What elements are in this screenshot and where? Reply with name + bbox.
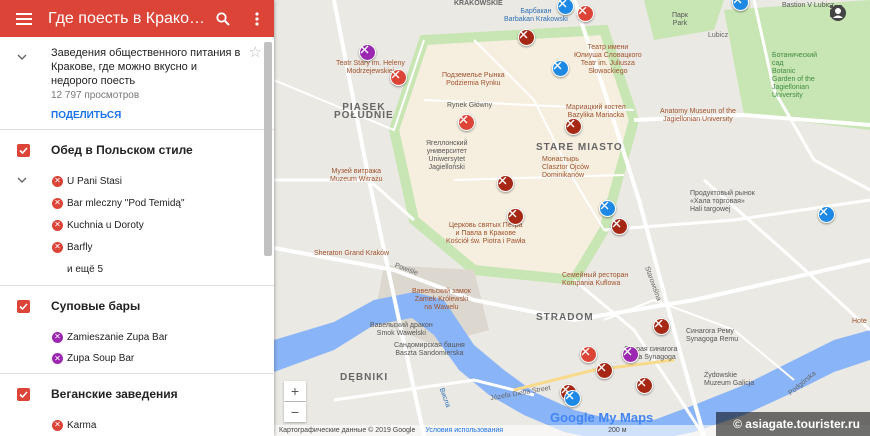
map-label: Ягеллонский университет Uniwersytet Jagi… xyxy=(426,140,468,171)
map-label: Hote xyxy=(852,318,867,325)
google-logo: Google My Maps xyxy=(550,410,654,425)
restaurant-pin[interactable] xyxy=(611,218,628,235)
scale-label: 200 м xyxy=(608,427,627,434)
restaurant-pin[interactable] xyxy=(359,44,376,61)
share-button[interactable]: ПОДЕЛИТЬСЯ xyxy=(51,110,246,121)
zoom-in-button[interactable]: + xyxy=(284,381,306,401)
restaurant-pin[interactable] xyxy=(622,346,639,363)
map-label: Lubicz xyxy=(708,32,729,39)
restaurant-pin[interactable] xyxy=(497,175,514,192)
item-label: Barfly xyxy=(67,241,93,253)
watermark: © asiagate.tourister.ru xyxy=(716,412,870,436)
checkbox-icon[interactable] xyxy=(17,299,30,313)
restaurant-pin[interactable] xyxy=(580,346,597,363)
restaurant-icon: ✕ xyxy=(52,241,63,253)
restaurant-pin[interactable] xyxy=(636,377,653,394)
restaurant-icon: ✕ xyxy=(52,353,63,364)
list-item[interactable]: ✕ Kuchnia u Doroty xyxy=(0,214,274,236)
map-label: Вавельский замок Zamek Królewski na Wawe… xyxy=(412,288,471,311)
restaurant-icon: ✕ xyxy=(52,197,63,209)
restaurant-pin[interactable] xyxy=(596,362,613,379)
restaurant-icon: ✕ xyxy=(52,219,63,231)
scrollbar[interactable] xyxy=(264,42,272,256)
map-label: Театр имени Юлиуша Словацкого Teatr im. … xyxy=(574,44,642,75)
side-panel: Где поесть в Кракове ... ☆ Заведения общ… xyxy=(0,0,274,436)
restaurant-pin[interactable] xyxy=(564,390,581,407)
restaurant-pin[interactable] xyxy=(518,29,535,46)
map-label: Sheraton Grand Kraków xyxy=(314,250,390,257)
restaurant-icon: ✕ xyxy=(52,419,63,431)
restaurant-pin[interactable] xyxy=(458,114,475,131)
map-label: Żydowskie Muzeum Galicja xyxy=(704,372,755,387)
restaurant-pin[interactable] xyxy=(653,318,670,335)
restaurant-pin[interactable] xyxy=(390,69,407,86)
view-count: 12 797 просмотров xyxy=(51,90,140,101)
map-label: PIASEK POŁUDNIE xyxy=(334,102,394,121)
restaurant-pin[interactable] xyxy=(818,206,835,223)
list-item[interactable]: ✕ Barfly xyxy=(0,236,274,258)
list-item[interactable]: ✕ Bar mleczny "Pod Temidą" xyxy=(0,192,274,214)
restaurant-icon: ✕ xyxy=(52,331,63,343)
map-label: DĘBNIKI xyxy=(340,372,389,383)
map-label: KRAKOWSKIE xyxy=(454,0,503,7)
list-item[interactable]: ✕ U Pani Stasi xyxy=(0,170,274,192)
menu-icon[interactable] xyxy=(0,0,48,37)
account-controls xyxy=(830,5,870,25)
map-label: STRADOM xyxy=(536,312,594,323)
map-label: Церковь святых Петра и Павла в Кракове K… xyxy=(446,222,526,245)
map-label: Вавельский дракон Smok Wawelski xyxy=(370,322,433,337)
map-label: Сандомирская башня Baszta Sandomierska xyxy=(394,342,465,357)
restaurant-pin[interactable] xyxy=(599,200,616,217)
map-label: Синагога Рему Synagoga Remu xyxy=(686,328,739,343)
checkbox-icon[interactable] xyxy=(17,143,30,157)
restaurant-pin[interactable] xyxy=(507,208,524,225)
zoom-out-button[interactable]: − xyxy=(284,402,306,422)
chevron-down-icon[interactable] xyxy=(17,175,27,186)
map-label: Ботанический сад Botanic Garden of the J… xyxy=(772,52,818,99)
terms-link[interactable]: Условия использования xyxy=(425,427,503,434)
map-label: Anatomy Museum of the Jagiellonian Unive… xyxy=(660,108,736,123)
restaurant-pin[interactable] xyxy=(565,118,582,135)
map-info: ☆ Заведения общественного питания в Крак… xyxy=(0,37,274,130)
more-vert-icon[interactable] xyxy=(240,0,274,37)
map-label: Bastion V Lubicz xyxy=(782,2,835,9)
map-canvas[interactable]: KRAKOWSKIE Барбакан Barbakan Krakowski П… xyxy=(274,0,870,436)
map-title: Где поесть в Кракове ... xyxy=(48,9,206,27)
map-label: Музей витража Muzeum Witrażu xyxy=(330,168,383,183)
map-label: STARE MIASTO xyxy=(536,142,623,153)
layer-title: Суповые бары xyxy=(51,299,141,313)
map-label: Семейный ресторан Kompania Kuflowa xyxy=(562,272,629,287)
map-label: Монастырь Clasztor Ojców Dominikanów xyxy=(542,156,590,179)
list-item[interactable]: ✕ Zupa Soup Bar xyxy=(0,348,274,374)
map-label: Подземелье Рынка Podziemia Rynku xyxy=(442,72,505,87)
search-icon[interactable] xyxy=(206,0,240,37)
avatar[interactable] xyxy=(830,5,870,25)
layer-title: Обед в Польском стиле xyxy=(51,143,193,157)
checkbox-icon[interactable] xyxy=(17,387,30,401)
item-label: Kuchnia u Doroty xyxy=(67,219,144,231)
layer-polish-lunch[interactable]: Обед в Польском стиле xyxy=(0,130,274,170)
map-label: Продуктовый рынок «Хала торговая» Hali t… xyxy=(690,190,755,213)
attribution: Картографические данные © 2019 Google xyxy=(279,427,416,434)
restaurant-pin[interactable] xyxy=(552,60,569,77)
list-item[interactable]: ✕ Zamieszanie Zupa Bar xyxy=(0,326,274,348)
restaurant-pin[interactable] xyxy=(577,5,594,22)
item-label: Zamieszanie Zupa Bar xyxy=(67,331,168,343)
map-description: Заведения общественного питания в Краков… xyxy=(51,47,241,87)
star-icon[interactable]: ☆ xyxy=(249,43,262,61)
top-bar: Где поесть в Кракове ... xyxy=(0,0,274,37)
item-label: Karma xyxy=(67,419,97,431)
show-more-link[interactable]: и ещё 5 xyxy=(0,258,274,286)
layer-title: Веганские заведения xyxy=(51,387,178,401)
map-label: Парк Park xyxy=(672,12,688,27)
layer-soup-bars[interactable]: Суповые бары xyxy=(0,286,274,326)
item-label: U Pani Stasi xyxy=(67,175,123,187)
item-label: Zupa Soup Bar xyxy=(67,353,135,364)
list-item[interactable]: ✕ Karma xyxy=(0,414,274,436)
item-label: Bar mleczny "Pod Temidą" xyxy=(67,197,185,209)
layer-vegan[interactable]: Веганские заведения xyxy=(0,374,274,414)
map-label: Rynek Główny xyxy=(447,102,493,109)
chevron-down-icon[interactable] xyxy=(17,47,27,65)
restaurant-icon: ✕ xyxy=(52,175,63,187)
